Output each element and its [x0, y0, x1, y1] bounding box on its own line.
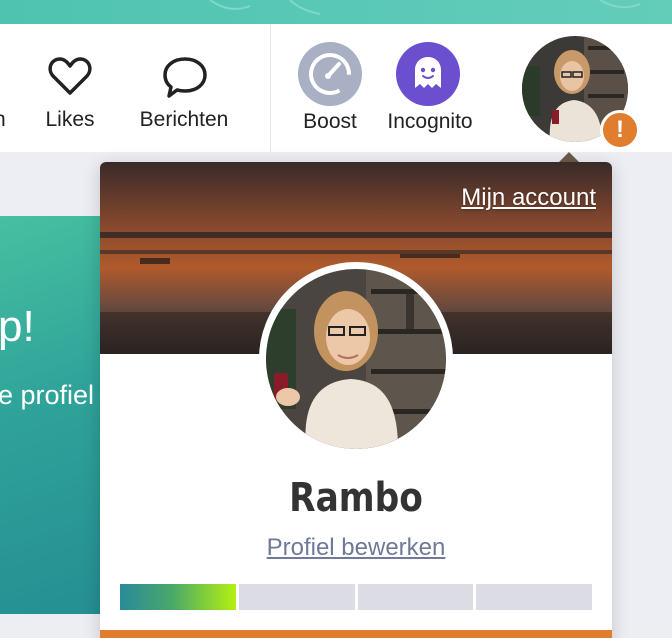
nav-label-incognito: Incognito: [387, 110, 473, 133]
completion-segment: [120, 584, 236, 610]
nav-divider: [270, 24, 271, 152]
profile-completion-bar: [120, 584, 592, 610]
boost-button[interactable]: [298, 42, 362, 106]
nav-item-likes[interactable]: Likes: [30, 24, 110, 152]
nav-item-incognito[interactable]: Incognito: [378, 24, 482, 152]
completion-segment: [357, 584, 474, 610]
promo-headline: p!: [0, 302, 35, 351]
my-account-link[interactable]: Mijn account: [461, 184, 596, 212]
nav-item-messages[interactable]: Berichten: [132, 24, 236, 152]
nav-item-cut-label[interactable]: n: [0, 108, 6, 132]
edit-profile-link[interactable]: Profiel bewerken: [100, 534, 612, 562]
nav-label-likes: Likes: [45, 108, 95, 131]
completion-segment: [238, 584, 355, 610]
profile-avatar-image: [266, 269, 446, 449]
profile-dropdown: Mijn account Rambo Profiel bewerken: [100, 162, 612, 638]
completion-segment: [476, 584, 592, 610]
promo-subtext: e profiel: [0, 380, 95, 410]
profile-photo[interactable]: [259, 262, 453, 456]
nav-item-boost[interactable]: Boost: [292, 24, 368, 152]
ghost-icon: [415, 57, 441, 88]
dropdown-accent-bar: [100, 630, 612, 638]
speedometer-icon: [309, 53, 351, 95]
top-navigation-bar: n Likes Berichten Boost: [0, 24, 672, 152]
profile-name: Rambo: [289, 475, 423, 521]
heart-icon: [48, 57, 92, 95]
nav-label-boost: Boost: [303, 110, 357, 133]
nav-label-messages: Berichten: [139, 108, 229, 131]
alert-badge[interactable]: !: [600, 110, 640, 150]
incognito-button[interactable]: [396, 42, 460, 106]
completion-fill: [120, 584, 236, 610]
top-banner-strip: [0, 0, 672, 24]
speech-bubble-icon: [163, 57, 207, 98]
